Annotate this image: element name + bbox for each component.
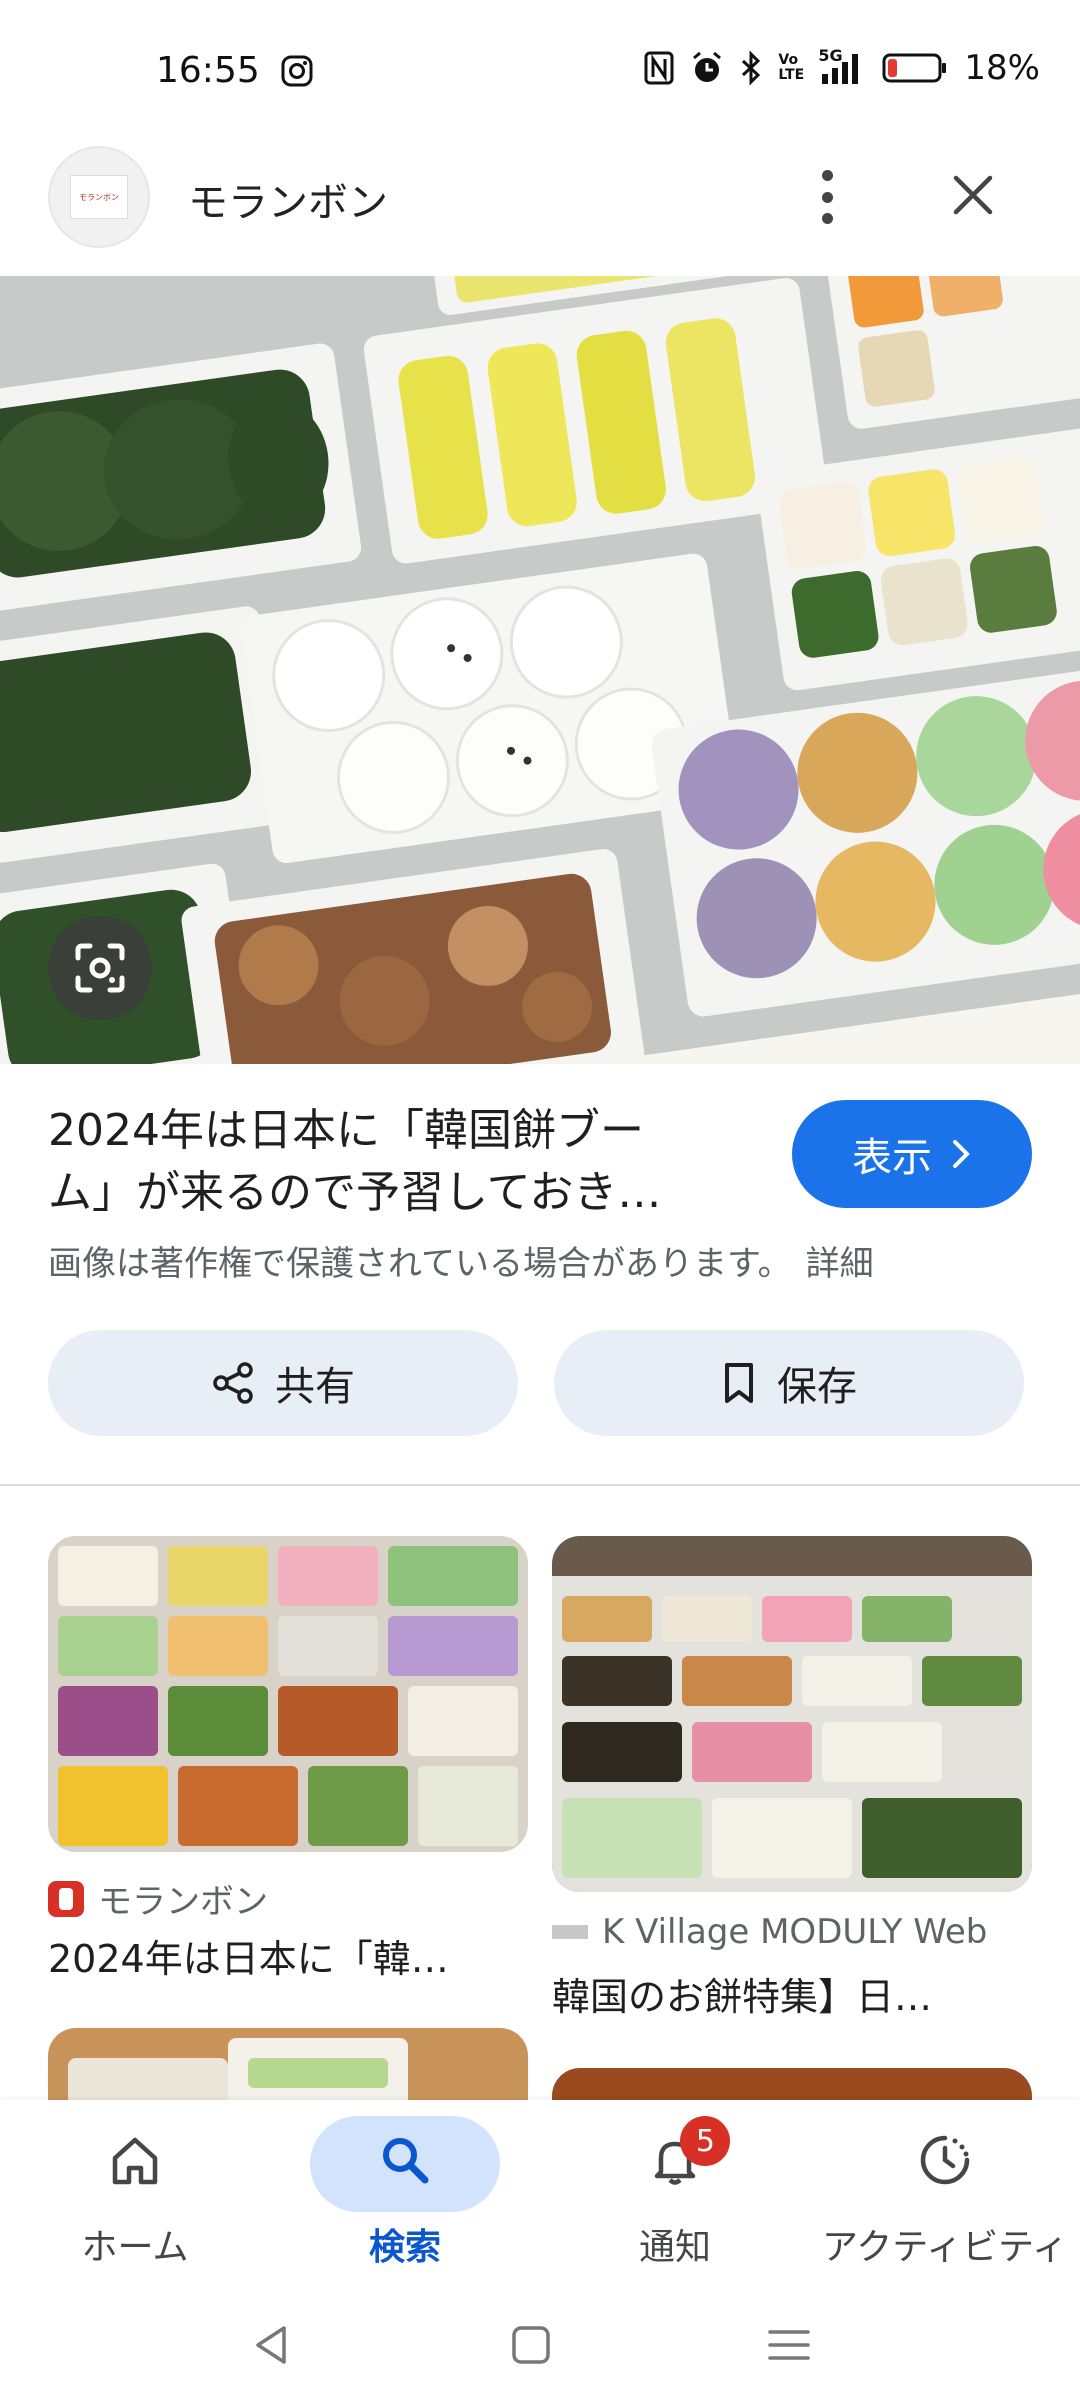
battery-icon [882,53,947,83]
details-link[interactable]: 詳細 [806,1244,874,1284]
related-title[interactable]: 2024年は日本に「韓… [48,1928,449,1983]
lens-button[interactable] [48,916,152,1020]
more-dot-icon [821,191,833,203]
copyright-text: 画像は著作権で保護されている場合があります。 [48,1244,792,1284]
site-logo: モランボン [70,175,128,219]
nav-home[interactable]: ホーム [0,2100,270,2290]
nav-search-label: 検索 [368,2227,441,2268]
related-photo-rice-cakes [48,1536,528,1852]
battery-percent: 18% [964,48,1040,88]
bottom-navigation: ホーム 検索 5 通知 アクティビティ [0,2100,1080,2290]
save-button[interactable]: 保存 [554,1330,1024,1436]
save-label: 保存 [777,1364,857,1410]
section-divider [0,1484,1080,1486]
related-source: モランボン [48,1874,268,1923]
site-name[interactable]: モランボン [188,170,388,228]
instagram-icon [281,55,313,87]
related-source-name: モランボン [98,1882,268,1922]
copyright-notice: 画像は著作権で保護されている場合があります。 詳細 [48,1236,874,1285]
source-logo-icon [48,1880,84,1917]
nfc-icon [644,51,674,85]
rice-cakes-photo [0,276,1080,1064]
signal-indicator: 5G [818,46,866,86]
activity-icon [920,2135,970,2185]
result-title-line1: 2024年は日本に「韓国餅ブー [48,1105,644,1156]
status-icons: Vo LTE 5G 18% [644,46,1040,88]
source-logo-icon [552,1925,588,1939]
related-source: K Village MODULY Web [552,1912,987,1952]
recents-menu-icon[interactable] [764,2320,814,2370]
more-dot-icon [821,213,833,224]
nav-notifications-label: 通知 [638,2227,711,2268]
result-title-line2: ム」が来るので予習しておき… [48,1167,662,1218]
notification-badge: 5 [680,2116,731,2166]
nav-home-label: ホーム [81,2227,189,2268]
nav-notifications[interactable]: 5 通知 [540,2100,810,2290]
related-image[interactable] [48,1536,528,1852]
result-title[interactable]: 2024年は日本に「韓国餅ブー ム」が来るので予習しておき… [48,1100,748,1224]
volte-label: Vo LTE [778,52,805,83]
related-title[interactable]: 韓国のお餅特集】日… [552,1966,932,2021]
header: モランボン モランボン [0,140,1080,276]
nav-activity[interactable]: アクティビティ [810,2100,1080,2290]
share-icon [213,1362,253,1404]
search-icon [383,2138,429,2184]
bluetooth-icon [742,51,761,85]
related-photo-rice-cakes [552,1536,1032,1892]
status-time: 16:55 [156,50,260,91]
more-options-button[interactable] [806,164,848,230]
back-icon[interactable] [248,2320,298,2370]
share-label: 共有 [275,1364,355,1410]
bookmark-icon [725,1363,753,1403]
google-lens-icon [75,943,125,993]
system-navigation-bar [0,2290,1080,2400]
chevron-right-icon [953,1140,970,1168]
close-icon[interactable] [948,170,998,220]
share-button[interactable]: 共有 [48,1330,518,1436]
nav-search[interactable]: 検索 [270,2100,540,2290]
view-label: 表示 [852,1135,932,1181]
status-bar: 16:55 Vo LTE 5G 18% [0,0,1080,140]
more-dot-icon [821,170,833,181]
related-image[interactable] [552,1536,1032,1892]
related-source-name: K Village MODULY Web [602,1912,988,1952]
home-button-icon[interactable] [506,2320,556,2370]
nav-activity-label: アクティビティ [822,2227,1068,2268]
alarm-icon [693,51,722,82]
site-avatar[interactable]: モランボン [48,146,150,248]
view-button[interactable]: 表示 [792,1100,1032,1208]
signal-icon [822,54,859,84]
main-image[interactable] [0,276,1080,1064]
home-icon [112,2137,158,2185]
